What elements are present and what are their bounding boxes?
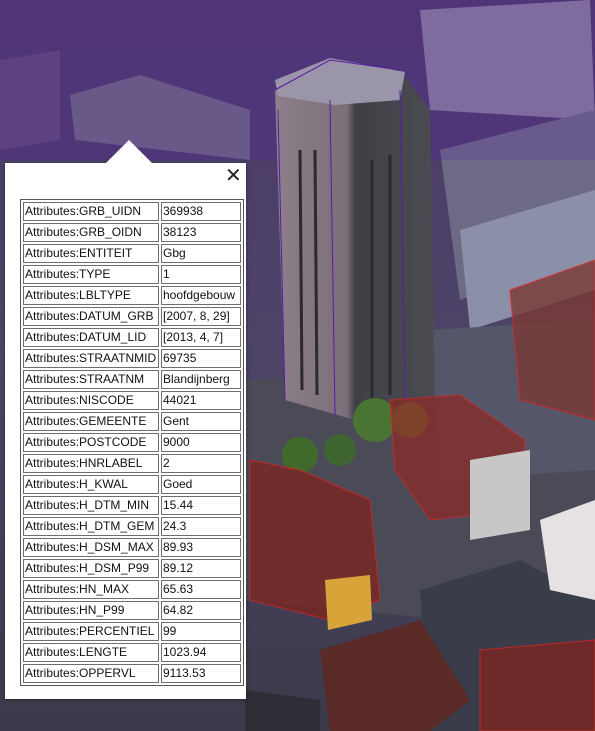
- attribute-key: Attributes:GEMEENTE: [23, 412, 159, 431]
- attribute-value: Blandijnberg: [161, 370, 241, 389]
- attribute-row: Attributes:STRAATNM Blandijnberg: [23, 370, 241, 389]
- attribute-row: Attributes:H_DTM_MIN 15.44: [23, 496, 241, 515]
- attribute-key: Attributes:HN_MAX: [23, 580, 159, 599]
- attribute-row: Attributes:ENTITEIT Gbg: [23, 244, 241, 263]
- attribute-row: Attributes:H_DTM_GEM 24.3: [23, 517, 241, 536]
- attribute-row: Attributes:STRAATNMID 69735: [23, 349, 241, 368]
- attribute-value: hoofdgebouw: [161, 286, 241, 305]
- attribute-value: Goed: [161, 475, 241, 494]
- attribute-key: Attributes:H_DSM_P99: [23, 559, 159, 578]
- attribute-value: 69735: [161, 349, 241, 368]
- attribute-value: 64.82: [161, 601, 241, 620]
- attribute-key: Attributes:NISCODE: [23, 391, 159, 410]
- attribute-value: 89.93: [161, 538, 241, 557]
- attribute-value: 369938: [161, 202, 241, 221]
- attribute-row: Attributes:TYPE 1: [23, 265, 241, 284]
- popup-pointer: [106, 140, 152, 163]
- close-icon[interactable]: ✕: [225, 165, 242, 185]
- attribute-value: 65.63: [161, 580, 241, 599]
- attribute-value: [2013, 4, 7]: [161, 328, 241, 347]
- attribute-row: Attributes:DATUM_GRB [2007, 8, 29]: [23, 307, 241, 326]
- attribute-row: Attributes:PERCENTIEL 99: [23, 622, 241, 641]
- attribute-value: 1023.94: [161, 643, 241, 662]
- feature-info-popup: ✕ Attributes:GRB_UIDN 369938 Attributes:GR…: [5, 140, 246, 699]
- attribute-key: Attributes:H_KWAL: [23, 475, 159, 494]
- attribute-value: 1: [161, 265, 241, 284]
- attribute-value: Gent: [161, 412, 241, 431]
- attribute-value: 38123: [161, 223, 241, 242]
- attribute-key: Attributes:H_DSM_MAX: [23, 538, 159, 557]
- attribute-key: Attributes:STRAATNMID: [23, 349, 159, 368]
- attribute-row: Attributes:GEMEENTE Gent: [23, 412, 241, 431]
- attribute-key: Attributes:TYPE: [23, 265, 159, 284]
- attribute-key: Attributes:H_DTM_GEM: [23, 517, 159, 536]
- attribute-row: Attributes:LENGTE 1023.94: [23, 643, 241, 662]
- attribute-row: Attributes:H_DSM_MAX 89.93: [23, 538, 241, 557]
- attribute-key: Attributes:POSTCODE: [23, 433, 159, 452]
- attribute-row: Attributes:LBLTYPE hoofdgebouw: [23, 286, 241, 305]
- attribute-row: Attributes:H_KWAL Goed: [23, 475, 241, 494]
- attribute-key: Attributes:H_DTM_MIN: [23, 496, 159, 515]
- attribute-value: 24.3: [161, 517, 241, 536]
- attribute-row: Attributes:NISCODE 44021: [23, 391, 241, 410]
- attribute-key: Attributes:DATUM_LID: [23, 328, 159, 347]
- attribute-key: Attributes:HN_P99: [23, 601, 159, 620]
- attribute-value: Gbg: [161, 244, 241, 263]
- attribute-key: Attributes:HNRLABEL: [23, 454, 159, 473]
- attributes-table: Attributes:GRB_UIDN 369938 Attributes:GRB_…: [20, 199, 244, 686]
- attribute-row: Attributes:GRB_UIDN 369938: [23, 202, 241, 221]
- attribute-row: Attributes:HNRLABEL 2: [23, 454, 241, 473]
- tower-building: [274, 58, 435, 420]
- attribute-value: 99: [161, 622, 241, 641]
- attribute-key: Attributes:GRB_OIDN: [23, 223, 159, 242]
- attribute-key: Attributes:PERCENTIEL: [23, 622, 159, 641]
- attribute-row: Attributes:HN_MAX 65.63: [23, 580, 241, 599]
- attribute-key: Attributes:DATUM_GRB: [23, 307, 159, 326]
- attribute-row: Attributes:GRB_OIDN 38123: [23, 223, 241, 242]
- attribute-value: [2007, 8, 29]: [161, 307, 241, 326]
- attribute-key: Attributes:ENTITEIT: [23, 244, 159, 263]
- attribute-row: Attributes:OPPERVL 9113.53: [23, 664, 241, 683]
- attribute-value: 44021: [161, 391, 241, 410]
- attribute-row: Attributes:H_DSM_P99 89.12: [23, 559, 241, 578]
- attribute-key: Attributes:OPPERVL: [23, 664, 159, 683]
- attribute-value: 2: [161, 454, 241, 473]
- attribute-key: Attributes:LENGTE: [23, 643, 159, 662]
- attribute-key: Attributes:GRB_UIDN: [23, 202, 159, 221]
- attribute-row: Attributes:DATUM_LID [2013, 4, 7]: [23, 328, 241, 347]
- attribute-value: 9000: [161, 433, 241, 452]
- attribute-row: Attributes:POSTCODE 9000: [23, 433, 241, 452]
- attribute-key: Attributes:LBLTYPE: [23, 286, 159, 305]
- attribute-value: 15.44: [161, 496, 241, 515]
- attribute-value: 9113.53: [161, 664, 241, 683]
- attribute-row: Attributes:HN_P99 64.82: [23, 601, 241, 620]
- attribute-value: 89.12: [161, 559, 241, 578]
- attribute-key: Attributes:STRAATNM: [23, 370, 159, 389]
